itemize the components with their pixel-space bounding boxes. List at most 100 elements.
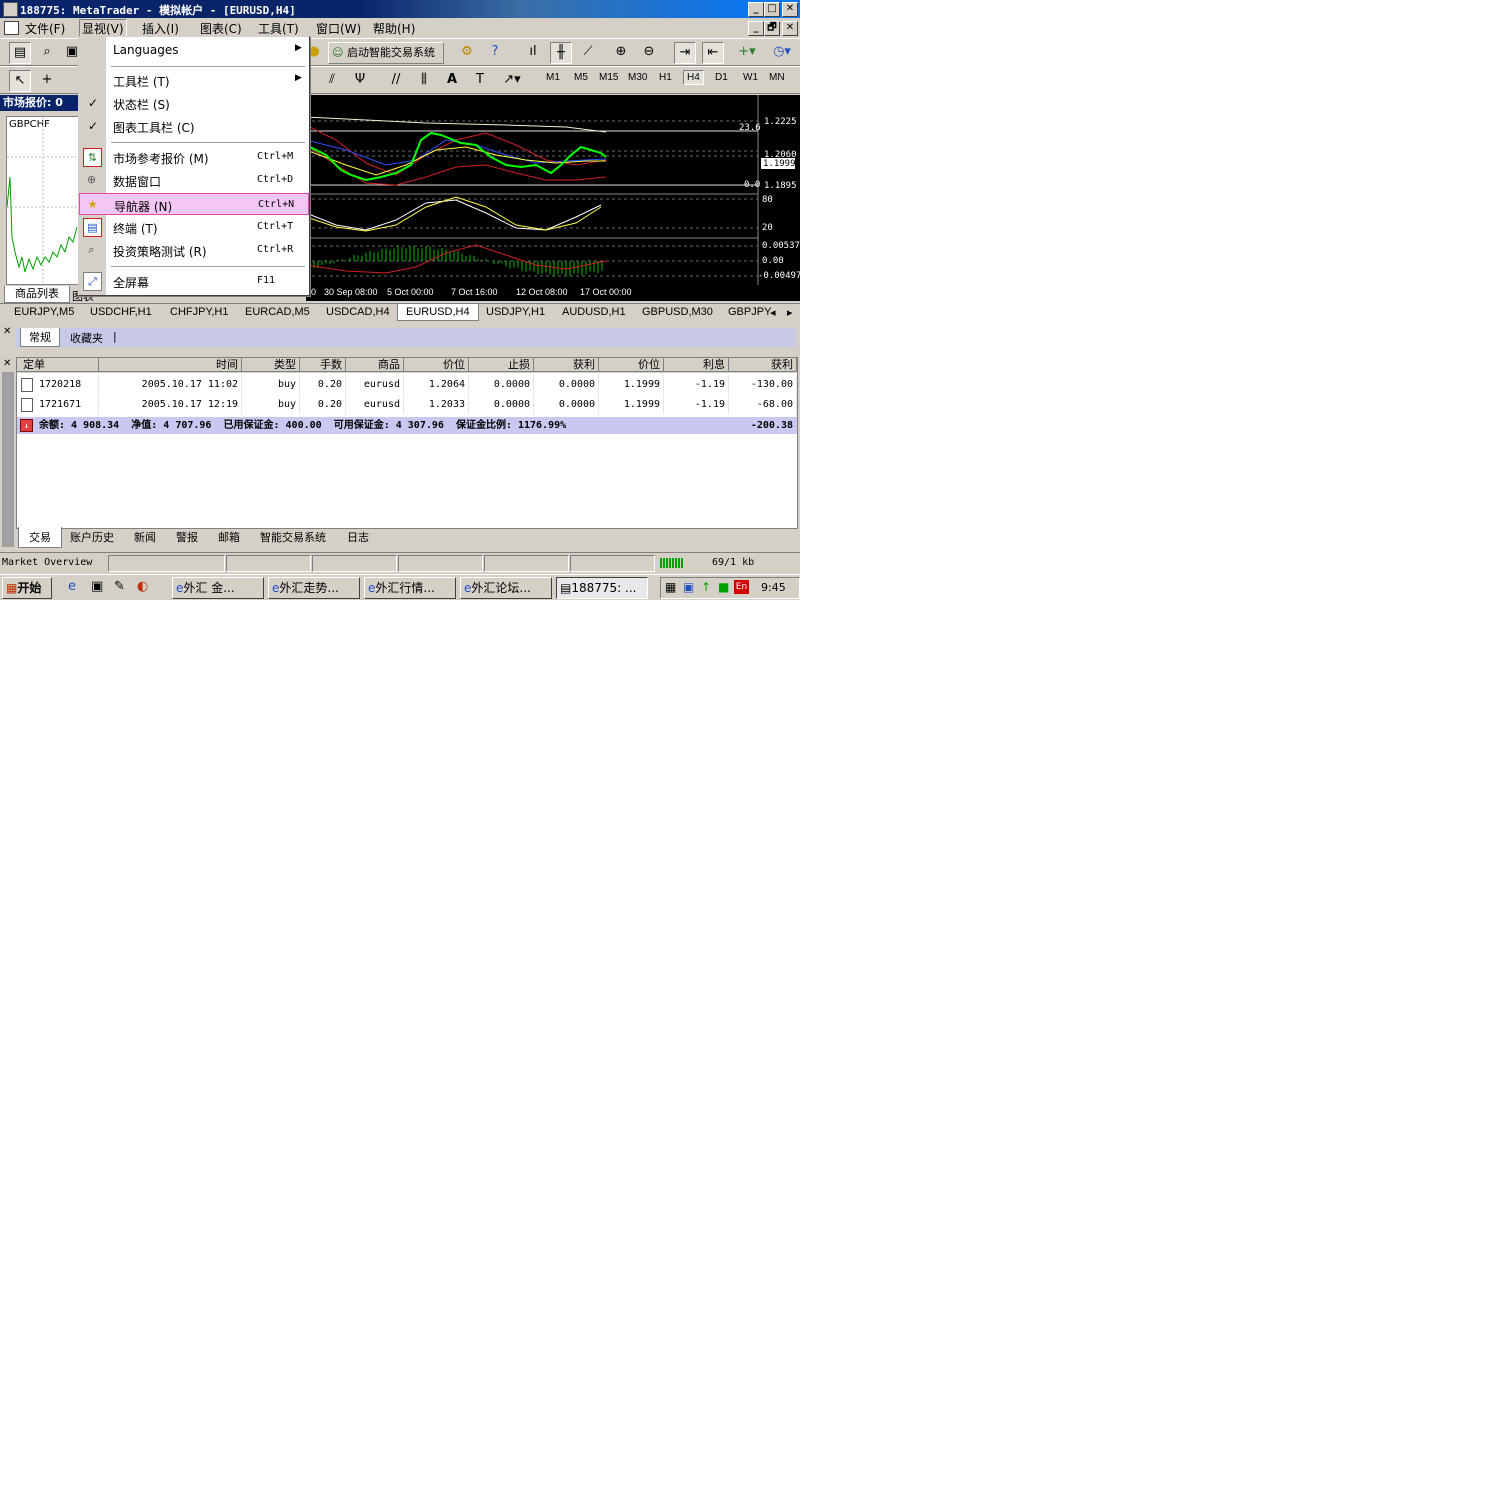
col-price[interactable]: 价位 bbox=[404, 358, 469, 372]
chart-tab-active[interactable]: EURUSD,H4 bbox=[397, 304, 479, 321]
app-quicklaunch-icon[interactable]: ◐ bbox=[137, 579, 148, 594]
chart-tab[interactable]: USDJPY,H1 bbox=[486, 306, 545, 318]
col-stop-loss[interactable]: 止损 bbox=[469, 358, 534, 372]
timeframe-h4[interactable]: H4 bbox=[683, 70, 704, 85]
tab-account-history[interactable]: 账户历史 bbox=[70, 529, 114, 545]
expert-advisors-button[interactable]: ☺ 启动智能交易系统 bbox=[328, 42, 444, 64]
menu-help[interactable]: 帮助(H) bbox=[373, 20, 415, 37]
minimize-button[interactable]: _ bbox=[748, 2, 764, 17]
tab-favorites[interactable]: 收藏夹 bbox=[70, 330, 103, 346]
chart-tab[interactable]: CHFJPY,H1 bbox=[170, 306, 228, 318]
doc-minimize-button[interactable]: _ bbox=[748, 21, 764, 36]
taskbar-window[interactable]: e外汇走势... bbox=[268, 577, 360, 599]
menu-item-toolbars[interactable]: 工具栏 (T) ▶ bbox=[79, 69, 309, 91]
doc-icon[interactable] bbox=[4, 21, 19, 35]
chart-tab[interactable]: USDCHF,H1 bbox=[90, 306, 152, 318]
timeframe-mn[interactable]: MN bbox=[769, 72, 785, 83]
col-order[interactable]: 定单 bbox=[17, 358, 99, 372]
menu-item-strategy-tester[interactable]: ⌕ 投资策略测试 (R) Ctrl+R bbox=[79, 239, 309, 261]
taskbar-window-active[interactable]: ▤188775: ... bbox=[556, 577, 648, 599]
zoom-in-icon[interactable]: ⊕ bbox=[611, 42, 631, 62]
chart-tab[interactable]: USDCAD,H4 bbox=[326, 306, 390, 318]
menu-charts[interactable]: 图表(C) bbox=[200, 20, 242, 37]
tab-general[interactable]: 常规 bbox=[20, 328, 60, 347]
tab-news[interactable]: 新闻 bbox=[134, 529, 156, 545]
col-take-profit[interactable]: 获利 bbox=[534, 358, 599, 372]
timeframe-h1[interactable]: H1 bbox=[659, 72, 672, 83]
ie-icon[interactable]: e bbox=[68, 579, 76, 594]
chart-shift-icon[interactable]: ⇤ bbox=[702, 42, 724, 64]
menu-file[interactable]: 文件(F) bbox=[25, 20, 65, 37]
price-chart[interactable]: 23.6 0.0 1.2225 1.2060 1.1999 1.1895 80 … bbox=[305, 95, 800, 301]
autoscroll-icon[interactable]: ⇥ bbox=[674, 42, 696, 64]
ime-indicator[interactable]: En bbox=[734, 580, 749, 594]
timeframe-m1[interactable]: M1 bbox=[546, 72, 560, 83]
taskbar-window[interactable]: e外汇论坛... bbox=[460, 577, 552, 599]
menu-item-full-screen[interactable]: ⤢ 全屏幕 F11 bbox=[79, 270, 309, 292]
table-row[interactable]: 1720218 2005.10.17 11:02 buy 0.20 eurusd… bbox=[17, 375, 797, 394]
doc-close-button[interactable]: ✕ bbox=[782, 21, 798, 36]
taskbar-window[interactable]: e外汇行情... bbox=[364, 577, 456, 599]
menu-item-navigator[interactable]: ★ 导航器 (N) Ctrl+N bbox=[79, 193, 309, 215]
col-symbol[interactable]: 商品 bbox=[346, 358, 404, 372]
tab-mailbox[interactable]: 邮箱 bbox=[218, 529, 240, 545]
candlestick-icon[interactable]: ╫ bbox=[550, 42, 572, 64]
tab-journal[interactable]: 日志 bbox=[347, 529, 369, 545]
new-chart-icon[interactable]: ▤ bbox=[9, 42, 31, 64]
col-type[interactable]: 类型 bbox=[242, 358, 300, 372]
chart-tab[interactable]: GBPJPY bbox=[728, 306, 771, 318]
zoom-out-icon[interactable]: ⊖ bbox=[639, 42, 659, 62]
bar-chart-icon[interactable]: ıl bbox=[523, 42, 543, 62]
col-time[interactable]: 时间 bbox=[99, 358, 242, 372]
menu-item-chart-toolbar[interactable]: ✓ 图表工具栏 (C) bbox=[79, 115, 309, 137]
fibo-arcs-icon[interactable]: Ψ bbox=[350, 70, 370, 90]
menu-window[interactable]: 窗口(W) bbox=[316, 20, 361, 37]
desktop-icon[interactable]: ▣ bbox=[91, 579, 103, 594]
maximize-button[interactable]: □ bbox=[764, 2, 780, 17]
menu-item-status-bar[interactable]: ✓ 状态栏 (S) bbox=[79, 92, 309, 114]
monitor-icon[interactable]: ▣ bbox=[683, 580, 694, 594]
tab-experts[interactable]: 智能交易系统 bbox=[260, 529, 326, 545]
doc-restore-button[interactable]: 🗗 bbox=[764, 21, 780, 36]
navigator-close-icon[interactable]: ✕ bbox=[3, 326, 11, 337]
text-label-icon[interactable]: T bbox=[470, 70, 490, 90]
close-button[interactable]: ✕ bbox=[782, 2, 798, 17]
tab-trade[interactable]: 交易 bbox=[18, 527, 62, 548]
cursor-icon[interactable]: ↖ bbox=[9, 70, 31, 92]
line-chart-icon[interactable]: ⟋ bbox=[578, 42, 598, 62]
menu-item-market-watch[interactable]: ⇅ 市场参考报价 (M) Ctrl+M bbox=[79, 146, 309, 168]
indicators-icon[interactable]: +▾ bbox=[737, 42, 757, 62]
chart-tab[interactable]: AUDUSD,H1 bbox=[562, 306, 626, 318]
timeframe-m15[interactable]: M15 bbox=[599, 72, 618, 83]
tab-scroll-left-icon[interactable]: ◂ bbox=[770, 306, 776, 319]
col-profit[interactable]: 获利 bbox=[729, 358, 797, 372]
menu-item-languages[interactable]: Languages ▶ bbox=[79, 39, 309, 61]
timeframe-m5[interactable]: M5 bbox=[574, 72, 588, 83]
menu-item-data-window[interactable]: ⊕ 数据窗口 Ctrl+D bbox=[79, 169, 309, 191]
taskbar-window[interactable]: e外汇 金... bbox=[172, 577, 264, 599]
help-icon[interactable]: ? bbox=[485, 42, 505, 62]
chart-tab[interactable]: EURCAD,M5 bbox=[245, 306, 310, 318]
options-icon[interactable]: ⚙ bbox=[457, 42, 477, 62]
crosshair-icon[interactable]: + bbox=[37, 70, 57, 90]
col-lots[interactable]: 手数 bbox=[300, 358, 346, 372]
tab-scroll-right-icon[interactable]: ▸ bbox=[787, 306, 793, 319]
col-swap[interactable]: 利息 bbox=[664, 358, 729, 372]
menu-insert[interactable]: 插入(I) bbox=[142, 20, 179, 37]
table-row[interactable]: 1721671 2005.10.17 12:19 buy 0.20 eurusd… bbox=[17, 395, 797, 414]
text-icon[interactable]: A bbox=[442, 70, 462, 90]
cycle-lines-icon[interactable]: ⫼ bbox=[414, 70, 434, 90]
start-button[interactable]: ▦开始 bbox=[2, 577, 52, 599]
col-current-price[interactable]: 价位 bbox=[599, 358, 664, 372]
timeframe-w1[interactable]: W1 bbox=[743, 72, 758, 83]
antivirus-icon[interactable]: ↑ bbox=[701, 580, 711, 594]
timeframe-d1[interactable]: D1 bbox=[715, 72, 728, 83]
arrows-icon[interactable]: ↗▾ bbox=[502, 70, 522, 90]
chart-tab[interactable]: EURJPY,M5 bbox=[14, 306, 74, 318]
fibo-fan-icon[interactable]: ⫽ bbox=[322, 70, 342, 90]
terminal-close-icon[interactable]: ✕ bbox=[3, 358, 11, 369]
tab-symbols[interactable]: 商品列表 bbox=[4, 286, 70, 303]
periods-icon[interactable]: ◷▾ bbox=[772, 42, 792, 62]
channel-icon[interactable]: // bbox=[386, 70, 406, 90]
timeframe-m30[interactable]: M30 bbox=[628, 72, 647, 83]
